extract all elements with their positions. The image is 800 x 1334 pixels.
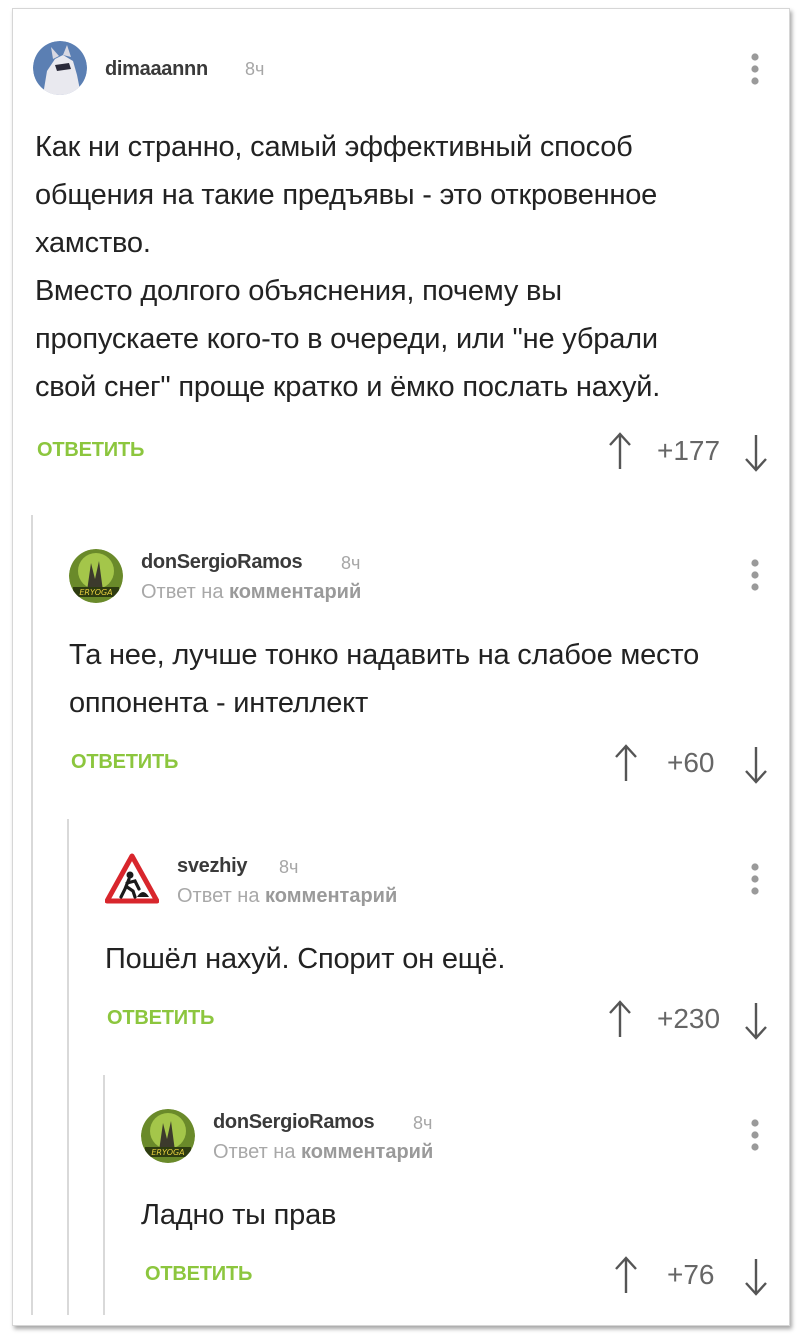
username[interactable]: donSergioRamos [213,1111,375,1134]
reply-to-link[interactable]: комментарий [229,581,361,603]
reply-button[interactable]: ОТВЕТИТЬ [107,1007,214,1030]
more-vertical-icon[interactable] [747,555,763,595]
arrow-up-icon[interactable] [613,1255,639,1295]
avatar[interactable]: ERYOGA [141,1109,195,1163]
more-vertical-icon[interactable] [747,1115,763,1155]
arrow-down-icon[interactable] [743,433,769,473]
username[interactable]: svezhiy [177,855,247,878]
comment-line: свой снег" проще кратко и ёмко послать н… [35,371,661,403]
reply-to-prefix: Ответ на [141,581,224,603]
arrow-up-icon[interactable] [613,743,639,783]
warning-sign-avatar[interactable] [105,853,159,907]
arrow-up-icon[interactable] [607,431,633,471]
rating: +60 [667,747,715,778]
reply-button[interactable]: ОТВЕТИТЬ [145,1263,252,1286]
reply-to: Ответ на комментарий [141,581,361,604]
rating: +76 [667,1259,715,1290]
arrow-down-icon[interactable] [743,1001,769,1041]
reply-button[interactable]: ОТВЕТИТЬ [37,439,144,462]
avatar[interactable] [33,41,87,95]
rating: +177 [657,435,721,466]
comment-line: пропускаете кого-то в очереди, или "не у… [35,323,658,355]
comment-line: Как ни странно, самый эффективный способ [35,131,633,163]
comment-line: общения на такие предъявы - это откровен… [35,179,658,211]
username[interactable]: dimaaannn [105,58,208,81]
svg-text:ERYOGA: ERYOGA [151,1148,184,1157]
reply-to: Ответ на комментарий [177,885,397,908]
rating: +230 [657,1003,721,1034]
reply-to-link[interactable]: комментарий [265,885,397,907]
timestamp: 8ч [279,857,299,877]
svg-text:ERYOGA: ERYOGA [79,588,112,597]
comment-line: Пошёл нахуй. Спорит он ещё. [105,943,506,975]
reply-to: Ответ на комментарий [213,1141,433,1164]
username[interactable]: donSergioRamos [141,551,303,574]
more-vertical-icon[interactable] [747,49,763,89]
comment-line: Та нее, лучше тонко надавить на слабое м… [69,639,700,671]
reply-to-link[interactable]: комментарий [301,1141,433,1163]
comment-line: Ладно ты прав [141,1199,337,1231]
timestamp: 8ч [341,553,361,573]
comment-text: Ладно ты прав [141,1191,781,1239]
arrow-down-icon[interactable] [743,1257,769,1297]
avatar[interactable]: ERYOGA [69,549,123,603]
comment-line: оппонента - интеллект [69,687,369,719]
more-vertical-icon[interactable] [747,859,763,899]
comment: dimaaannn 8ч Как ни странно, самый эффек… [13,9,791,499]
comment-line: хамство. [35,227,151,259]
arrow-up-icon[interactable] [607,999,633,1039]
comment-line: Вместо долгого объяснения, почему вы [35,275,562,307]
reply-to-prefix: Ответ на [213,1141,296,1163]
reply-button[interactable]: ОТВЕТИТЬ [71,751,178,774]
arrow-down-icon[interactable] [743,745,769,785]
reply-to-prefix: Ответ на [177,885,260,907]
timestamp: 8ч [413,1113,433,1133]
timestamp: 8ч [245,59,265,79]
comment-text: Та нее, лучше тонко надавить на слабое м… [69,631,779,727]
comment: ERYOGA donSergioRamos 8ч Ответ на коммен… [13,1075,791,1315]
comments-frame: dimaaannn 8ч Как ни странно, самый эффек… [12,8,790,1326]
comment: svezhiy 8ч Ответ на комментарий Пошёл на… [13,819,791,1059]
comment: ERYOGA donSergioRamos 8ч Ответ на коммен… [13,515,791,805]
comment-text: Пошёл нахуй. Спорит он ещё. [105,935,785,983]
comment-text: Как ни странно, самый эффективный способ… [35,123,775,411]
